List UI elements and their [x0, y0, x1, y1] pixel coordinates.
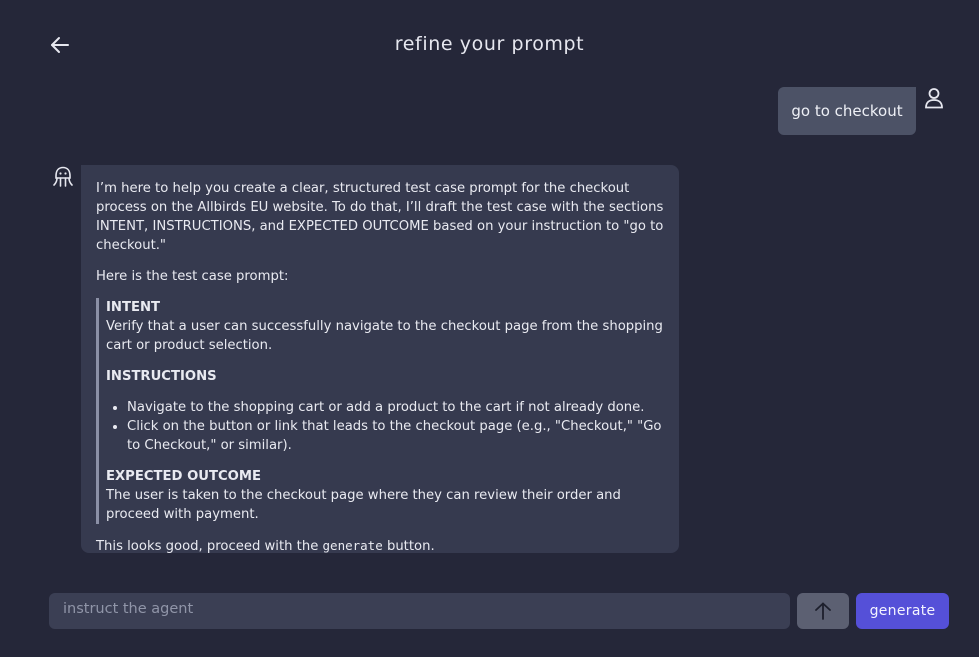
input-placeholder: instruct the agent	[63, 601, 194, 617]
octopus-icon	[53, 166, 73, 187]
agent-closing-text: This looks good, proceed with the genera…	[96, 536, 665, 556]
expected-outcome-heading: EXPECTED OUTCOME	[106, 469, 262, 484]
instruct-agent-input[interactable]: instruct the agent	[49, 593, 790, 629]
user-message-row: go to checkout	[0, 87, 979, 137]
send-button[interactable]	[797, 593, 849, 629]
expected-outcome-text: The user is taken to the checkout page w…	[106, 488, 621, 522]
page-title: refine your prompt	[394, 33, 585, 55]
list-item: Navigate to the shopping cart or add a p…	[127, 398, 665, 417]
user-message-bubble: go to checkout	[778, 87, 916, 135]
list-item: Click on the button or link that leads t…	[127, 417, 665, 455]
generate-code-inline: generate	[322, 538, 383, 553]
user-icon	[925, 88, 943, 109]
instructions-heading: INSTRUCTIONS	[106, 369, 217, 384]
closing-text-before: This looks good, proceed with the	[96, 539, 323, 554]
agent-message-bubble: I’m here to help you create a clear, str…	[81, 165, 679, 556]
instructions-list: Navigate to the shopping cart or add a p…	[106, 398, 665, 455]
intent-text: Verify that a user can successfully navi…	[106, 319, 663, 353]
arrow-up-icon	[815, 602, 831, 620]
test-case-blockquote: INTENT Verify that a user can successful…	[96, 298, 665, 524]
closing-text-after: button.	[382, 539, 435, 554]
intent-heading: INTENT	[106, 300, 160, 315]
agent-intro-text: I’m here to help you create a clear, str…	[96, 181, 664, 253]
user-avatar	[924, 87, 944, 109]
generate-button[interactable]: generate	[856, 593, 949, 629]
header: refine your prompt	[0, 0, 979, 90]
agent-avatar	[52, 166, 74, 188]
agent-lead-text: Here is the test case prompt:	[96, 269, 289, 284]
